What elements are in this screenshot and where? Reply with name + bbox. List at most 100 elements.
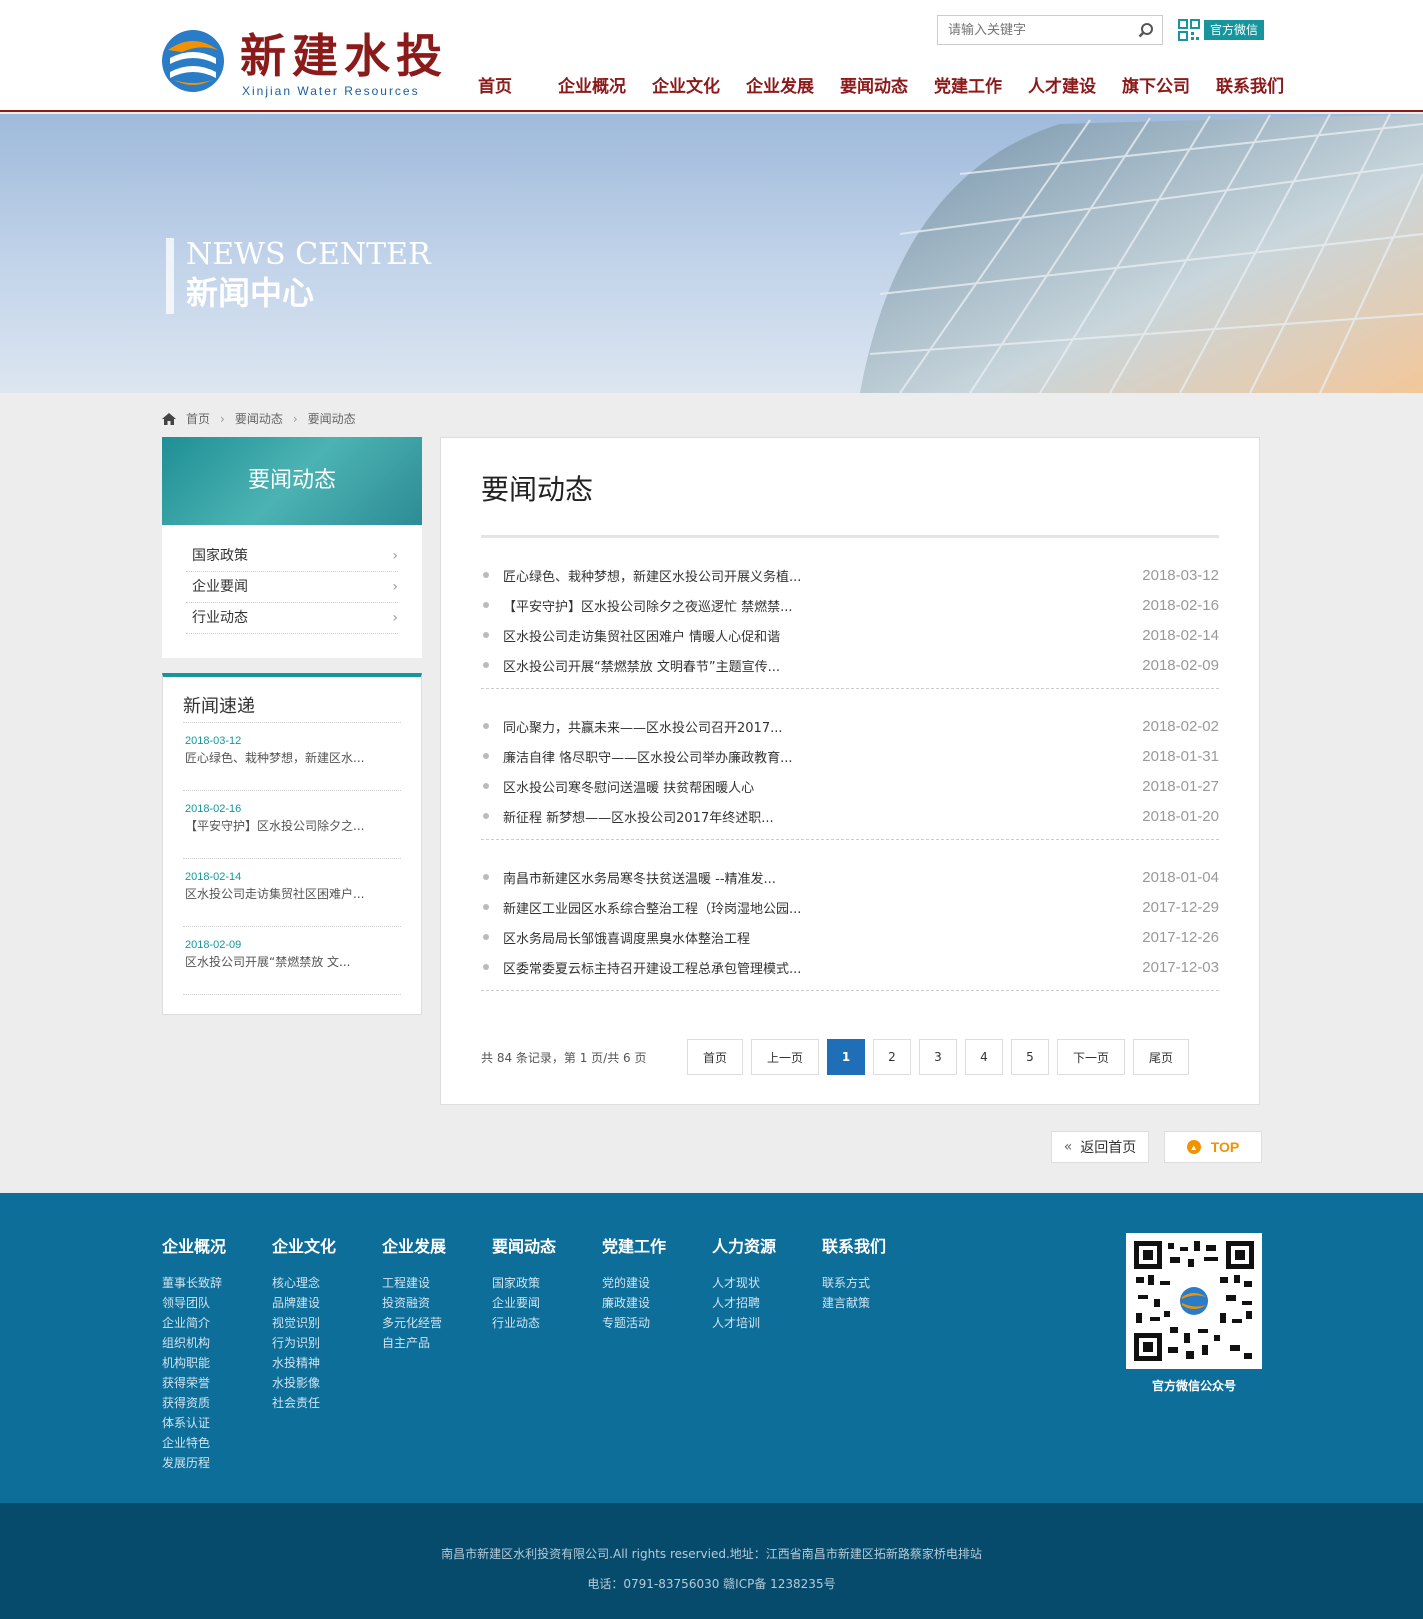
news-flash-item[interactable]: 2018-02-16 【平安守护】区水投公司除夕之...	[183, 791, 401, 859]
footer-link[interactable]: 投资融资	[382, 1293, 446, 1313]
site-logo[interactable]: 新建水投 Xinjian Water Resources	[160, 28, 442, 98]
footer-link[interactable]: 获得资质	[162, 1393, 226, 1413]
footer-link[interactable]: 联系方式	[822, 1273, 886, 1293]
news-row[interactable]: 新征程 新梦想——区水投公司2017年终述职... 2018-01-20	[481, 801, 1219, 831]
footer-link[interactable]: 组织机构	[162, 1333, 226, 1353]
page-button-4[interactable]: 4	[965, 1039, 1003, 1075]
home-icon[interactable]	[162, 412, 176, 425]
news-flash-item[interactable]: 2018-02-09 区水投公司开展“禁燃禁放 文...	[183, 927, 401, 995]
nav-item-news[interactable]: 要闻动态	[840, 72, 908, 97]
nav-item-culture[interactable]: 企业文化	[652, 72, 720, 97]
search-icon[interactable]	[1138, 22, 1154, 38]
news-title[interactable]: 区水务局局长邹饿喜调度黑臭水体整治工程	[503, 928, 750, 947]
footer-link[interactable]: 党的建设	[602, 1273, 666, 1293]
news-row[interactable]: 区水投公司开展“禁燃禁放 文明春节”主题宣传... 2018-02-09	[481, 650, 1219, 680]
news-title[interactable]: 同心聚力，共赢未来——区水投公司召开2017...	[503, 717, 782, 736]
footer-link[interactable]: 工程建设	[382, 1273, 446, 1293]
news-title[interactable]: 区委常委夏云标主持召开建设工程总承包管理模式...	[503, 958, 801, 977]
nav-item-development[interactable]: 企业发展	[746, 72, 814, 97]
news-row[interactable]: 新建区工业园区水系综合整治工程（玲岗湿地公园... 2017-12-29	[481, 892, 1219, 922]
sidebar-item-company-news[interactable]: 企业要闻 ›	[186, 572, 398, 603]
back-to-top-button[interactable]: ▲ TOP	[1164, 1131, 1262, 1163]
footer-column-title[interactable]: 人力资源	[712, 1233, 776, 1273]
nav-item-contact[interactable]: 联系我们	[1216, 72, 1284, 97]
news-title[interactable]: 区水投公司走访集贸社区困难户 情暖人心促和谐	[503, 626, 780, 645]
footer-link[interactable]: 企业要闻	[492, 1293, 556, 1313]
footer-link[interactable]: 领导团队	[162, 1293, 226, 1313]
next-page-button[interactable]: 下一页	[1057, 1039, 1125, 1075]
breadcrumb-section[interactable]: 要闻动态	[235, 410, 283, 427]
footer-link[interactable]: 行业动态	[492, 1313, 556, 1333]
page-button-2[interactable]: 2	[873, 1039, 911, 1075]
news-title[interactable]: 区水投公司开展“禁燃禁放 文明春节”主题宣传...	[503, 656, 780, 675]
nav-item-home[interactable]: 首页	[478, 72, 512, 97]
news-title[interactable]: 新建区工业园区水系综合整治工程（玲岗湿地公园...	[503, 898, 801, 917]
footer-link[interactable]: 人才现状	[712, 1273, 776, 1293]
footer-link[interactable]: 廉政建设	[602, 1293, 666, 1313]
page-button-1[interactable]: 1	[827, 1039, 865, 1075]
footer-link[interactable]: 视觉识别	[272, 1313, 336, 1333]
sidebar-menu: 国家政策 › 企业要闻 › 行业动态 ›	[162, 525, 422, 658]
sidebar-item-national-policy[interactable]: 国家政策 ›	[186, 541, 398, 572]
footer-link[interactable]: 自主产品	[382, 1333, 446, 1353]
news-title[interactable]: 新征程 新梦想——区水投公司2017年终述职...	[503, 807, 774, 826]
footer-link[interactable]: 社会责任	[272, 1393, 336, 1413]
footer-column-title[interactable]: 党建工作	[602, 1233, 666, 1273]
wechat-link[interactable]: 官方微信	[1178, 18, 1265, 42]
news-title[interactable]: 廉洁自律 恪尽职守——区水投公司举办廉政教育...	[503, 747, 793, 766]
footer-link[interactable]: 体系认证	[162, 1413, 226, 1433]
footer-link[interactable]: 人才招聘	[712, 1293, 776, 1313]
footer-column-title[interactable]: 联系我们	[822, 1233, 886, 1273]
footer-link[interactable]: 人才培训	[712, 1313, 776, 1333]
footer-link[interactable]: 多元化经营	[382, 1313, 446, 1333]
footer-link[interactable]: 机构职能	[162, 1353, 226, 1373]
footer-link[interactable]: 发展历程	[162, 1453, 226, 1473]
search-input[interactable]	[938, 16, 1128, 44]
news-row[interactable]: 区水务局局长邹饿喜调度黑臭水体整治工程 2017-12-26	[481, 922, 1219, 952]
nav-item-talent[interactable]: 人才建设	[1028, 72, 1096, 97]
footer-link[interactable]: 企业特色	[162, 1433, 226, 1453]
news-row[interactable]: 廉洁自律 恪尽职守——区水投公司举办廉政教育... 2018-01-31	[481, 741, 1219, 771]
footer-link[interactable]: 水投精神	[272, 1353, 336, 1373]
footer-column-title[interactable]: 要闻动态	[492, 1233, 556, 1273]
nav-item-party[interactable]: 党建工作	[934, 72, 1002, 97]
first-page-button[interactable]: 首页	[687, 1039, 743, 1075]
footer-link[interactable]: 专题活动	[602, 1313, 666, 1333]
footer-link[interactable]: 获得荣誉	[162, 1373, 226, 1393]
footer-column-title[interactable]: 企业概况	[162, 1233, 226, 1273]
footer-link[interactable]: 国家政策	[492, 1273, 556, 1293]
news-title[interactable]: 【平安守护】区水投公司除夕之夜巡逻忙 禁燃禁...	[503, 596, 793, 615]
news-row[interactable]: 区委常委夏云标主持召开建设工程总承包管理模式... 2017-12-03	[481, 952, 1219, 982]
nav-item-overview[interactable]: 企业概况	[558, 72, 626, 97]
page-button-3[interactable]: 3	[919, 1039, 957, 1075]
news-title[interactable]: 南昌市新建区水务局寒冬扶贫送温暖 --精准发...	[503, 868, 776, 887]
footer-link[interactable]: 企业简介	[162, 1313, 226, 1333]
news-row[interactable]: 区水投公司寒冬慰问送温暖 扶贫帮困暖人心 2018-01-27	[481, 771, 1219, 801]
prev-page-button[interactable]: 上一页	[751, 1039, 819, 1075]
bullet-icon	[483, 904, 489, 910]
news-row[interactable]: 匠心绿色、栽种梦想，新建区水投公司开展义务植... 2018-03-12	[481, 560, 1219, 590]
nav-item-subsidiaries[interactable]: 旗下公司	[1122, 72, 1190, 97]
breadcrumb-home[interactable]: 首页	[186, 410, 210, 427]
last-page-button[interactable]: 尾页	[1133, 1039, 1189, 1075]
footer-column-title[interactable]: 企业文化	[272, 1233, 336, 1273]
news-title[interactable]: 区水投公司寒冬慰问送温暖 扶贫帮困暖人心	[503, 777, 754, 796]
sidebar-item-industry-news[interactable]: 行业动态 ›	[186, 603, 398, 634]
footer-link[interactable]: 品牌建设	[272, 1293, 336, 1313]
news-flash-item[interactable]: 2018-03-12 匠心绿色、栽种梦想，新建区水...	[183, 723, 401, 791]
news-title[interactable]: 匠心绿色、栽种梦想，新建区水投公司开展义务植...	[503, 566, 801, 585]
news-row[interactable]: 区水投公司走访集贸社区困难户 情暖人心促和谐 2018-02-14	[481, 620, 1219, 650]
footer-link[interactable]: 水投影像	[272, 1373, 336, 1393]
news-row[interactable]: 同心聚力，共赢未来——区水投公司召开2017... 2018-02-02	[481, 711, 1219, 741]
footer-link[interactable]: 行为识别	[272, 1333, 336, 1353]
news-row[interactable]: 【平安守护】区水投公司除夕之夜巡逻忙 禁燃禁... 2018-02-16	[481, 590, 1219, 620]
footer-column-title[interactable]: 企业发展	[382, 1233, 446, 1273]
page-button-5[interactable]: 5	[1011, 1039, 1049, 1075]
footer-link[interactable]: 建言献策	[822, 1293, 886, 1313]
back-home-button[interactable]: « 返回首页	[1051, 1131, 1149, 1163]
footer-link[interactable]: 核心理念	[272, 1273, 336, 1293]
breadcrumb: 首页 › 要闻动态 › 要闻动态	[162, 410, 356, 427]
news-flash-item[interactable]: 2018-02-14 区水投公司走访集贸社区困难户...	[183, 859, 401, 927]
news-row[interactable]: 南昌市新建区水务局寒冬扶贫送温暖 --精准发... 2018-01-04	[481, 862, 1219, 892]
footer-link[interactable]: 董事长致辞	[162, 1273, 226, 1293]
